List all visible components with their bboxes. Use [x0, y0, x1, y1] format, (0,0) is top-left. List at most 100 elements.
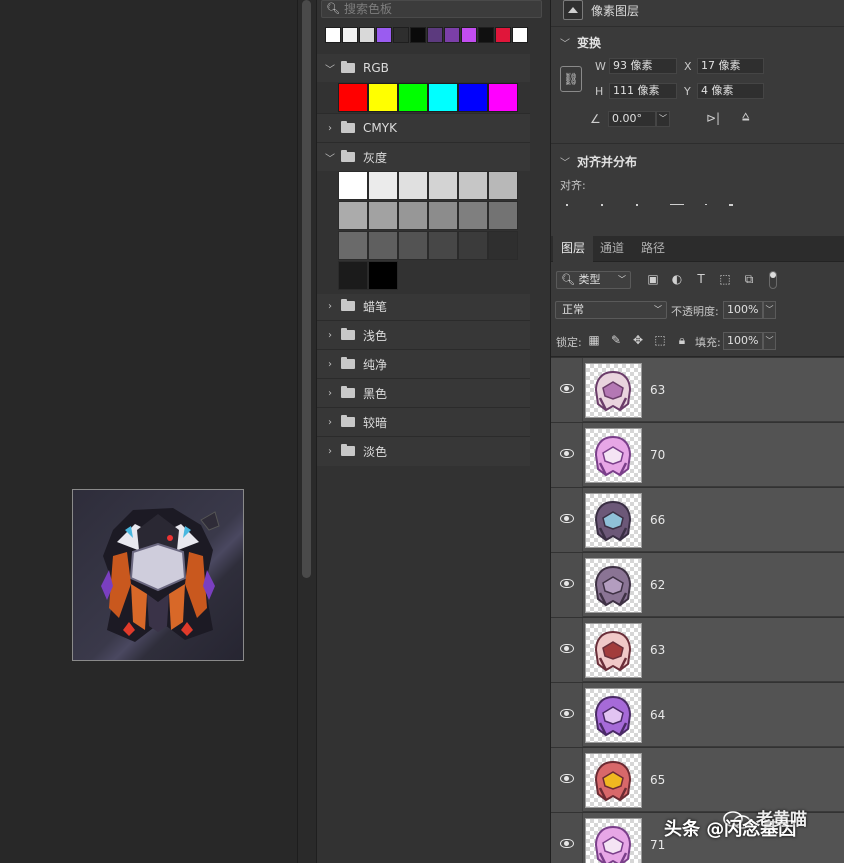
- swatch-group-grayscale[interactable]: ﹀ 灰度: [317, 143, 530, 171]
- recent-swatch[interactable]: [478, 27, 494, 43]
- chevron-down-icon[interactable]: ﹀: [559, 154, 571, 169]
- tab-channels[interactable]: 通道: [592, 236, 632, 262]
- color-swatch[interactable]: [488, 171, 518, 200]
- tab-layers[interactable]: 图层: [553, 236, 594, 262]
- color-swatch[interactable]: [488, 231, 518, 260]
- align-center-horizontal-icon[interactable]: [601, 204, 603, 206]
- color-swatch[interactable]: [338, 261, 368, 290]
- align-right-icon[interactable]: [636, 204, 638, 206]
- swatch-group-rgb[interactable]: ﹀ RGB: [317, 54, 530, 82]
- visibility-toggle[interactable]: [551, 488, 583, 552]
- color-swatch[interactable]: [368, 231, 398, 260]
- color-swatch[interactable]: [338, 231, 368, 260]
- lock-transparency-icon[interactable]: ▦: [587, 333, 601, 347]
- smart-object-filter-icon[interactable]: ⧉: [742, 272, 756, 287]
- layer-kind-filter[interactable]: 🔍︎ 类型 ﹀: [556, 271, 631, 289]
- adjustment-filter-icon[interactable]: ◐: [670, 272, 684, 286]
- chevron-down-icon[interactable]: ﹀: [321, 61, 339, 76]
- color-swatch[interactable]: [458, 171, 488, 200]
- canvas-scrollbar[interactable]: [297, 0, 316, 863]
- color-swatch[interactable]: [428, 83, 458, 112]
- layer-list[interactable]: 63 70 66 62 63 64 65 71: [551, 358, 844, 863]
- color-swatch[interactable]: [368, 83, 398, 112]
- image-filter-icon[interactable]: ▣: [646, 272, 660, 286]
- recent-swatch[interactable]: [325, 27, 341, 43]
- layer-name[interactable]: 65: [650, 773, 665, 787]
- recent-swatch[interactable]: [393, 27, 409, 43]
- color-swatch[interactable]: [398, 83, 428, 112]
- lock-position-icon[interactable]: ✥: [631, 333, 645, 347]
- layer-thumbnail[interactable]: [585, 428, 642, 483]
- link-dimensions-button[interactable]: ⛓: [560, 66, 582, 92]
- color-swatch[interactable]: [488, 201, 518, 230]
- canvas-area[interactable]: [0, 0, 297, 863]
- swatch-group-crayon[interactable]: › 蜡笔: [317, 292, 530, 320]
- recent-swatch[interactable]: [410, 27, 426, 43]
- swatch-search-input[interactable]: [344, 1, 534, 17]
- chevron-right-icon[interactable]: ›: [321, 330, 339, 341]
- type-filter-icon[interactable]: T: [694, 272, 708, 286]
- color-swatch[interactable]: [338, 201, 368, 230]
- visibility-toggle[interactable]: [551, 423, 583, 487]
- layer-thumbnail[interactable]: [585, 818, 642, 863]
- recent-swatch[interactable]: [376, 27, 392, 43]
- chevron-down-icon[interactable]: ﹀: [321, 150, 339, 165]
- color-swatch[interactable]: [488, 83, 518, 112]
- layer-name[interactable]: 63: [650, 643, 665, 657]
- swatch-group-black[interactable]: › 黑色: [317, 379, 530, 407]
- recent-swatch[interactable]: [512, 27, 528, 43]
- recent-swatch[interactable]: [342, 27, 358, 43]
- layer-thumbnail[interactable]: [585, 363, 642, 418]
- tab-paths[interactable]: 路径: [633, 236, 673, 262]
- chevron-down-icon[interactable]: ﹀: [559, 35, 571, 50]
- lock-paint-icon[interactable]: ✎: [609, 333, 623, 347]
- color-swatch[interactable]: [398, 171, 428, 200]
- layer-name[interactable]: 70: [650, 448, 665, 462]
- color-swatch[interactable]: [398, 231, 428, 260]
- flip-vertical-icon[interactable]: ⩠: [742, 109, 749, 124]
- align-top-icon[interactable]: [670, 204, 684, 205]
- y-field[interactable]: 4 像素: [697, 83, 764, 99]
- recent-swatch[interactable]: [427, 27, 443, 43]
- visibility-toggle[interactable]: [551, 683, 583, 747]
- align-section-header[interactable]: ﹀ 对齐并分布: [559, 153, 637, 170]
- color-swatch[interactable]: [338, 83, 368, 112]
- shape-filter-icon[interactable]: ⬚: [718, 272, 732, 286]
- layer-thumbnail[interactable]: [585, 753, 642, 808]
- align-bottom-icon[interactable]: [729, 204, 733, 206]
- color-swatch[interactable]: [458, 83, 488, 112]
- visibility-toggle[interactable]: [551, 748, 583, 812]
- layer-thumbnail[interactable]: [585, 493, 642, 548]
- swatch-group-pale[interactable]: › 淡色: [317, 437, 530, 465]
- visibility-toggle[interactable]: [551, 358, 583, 422]
- swatch-group-light[interactable]: › 浅色: [317, 321, 530, 349]
- visibility-toggle[interactable]: [551, 618, 583, 682]
- visibility-toggle[interactable]: [551, 553, 583, 617]
- chevron-right-icon[interactable]: ›: [321, 446, 339, 457]
- filter-toggle[interactable]: [769, 271, 777, 289]
- flip-horizontal-icon[interactable]: ⊳|: [706, 111, 720, 125]
- fill-dropdown[interactable]: ﹀: [763, 332, 776, 350]
- color-swatch[interactable]: [428, 201, 458, 230]
- visibility-toggle[interactable]: [551, 813, 583, 863]
- fill-field[interactable]: 100%: [723, 332, 763, 350]
- layer-row[interactable]: 66: [551, 488, 844, 552]
- recent-swatch[interactable]: [495, 27, 511, 43]
- recent-swatch[interactable]: [359, 27, 375, 43]
- color-swatch[interactable]: [338, 171, 368, 200]
- recent-swatch[interactable]: [444, 27, 460, 43]
- height-field[interactable]: 111 像素: [609, 83, 677, 99]
- swatch-group-pure[interactable]: › 纯净: [317, 350, 530, 378]
- chevron-right-icon[interactable]: ›: [321, 123, 339, 134]
- layer-thumbnail[interactable]: [585, 623, 642, 678]
- opacity-field[interactable]: 100%: [723, 301, 763, 319]
- opacity-dropdown[interactable]: ﹀: [763, 301, 776, 319]
- layer-row[interactable]: 63: [551, 618, 844, 682]
- layer-name[interactable]: 71: [650, 838, 665, 852]
- align-left-icon[interactable]: [566, 204, 568, 206]
- canvas-document[interactable]: [72, 489, 244, 661]
- layer-name[interactable]: 64: [650, 708, 665, 722]
- color-swatch[interactable]: [428, 171, 458, 200]
- layer-name[interactable]: 62: [650, 578, 665, 592]
- transform-section-header[interactable]: ﹀ 变换: [559, 34, 601, 51]
